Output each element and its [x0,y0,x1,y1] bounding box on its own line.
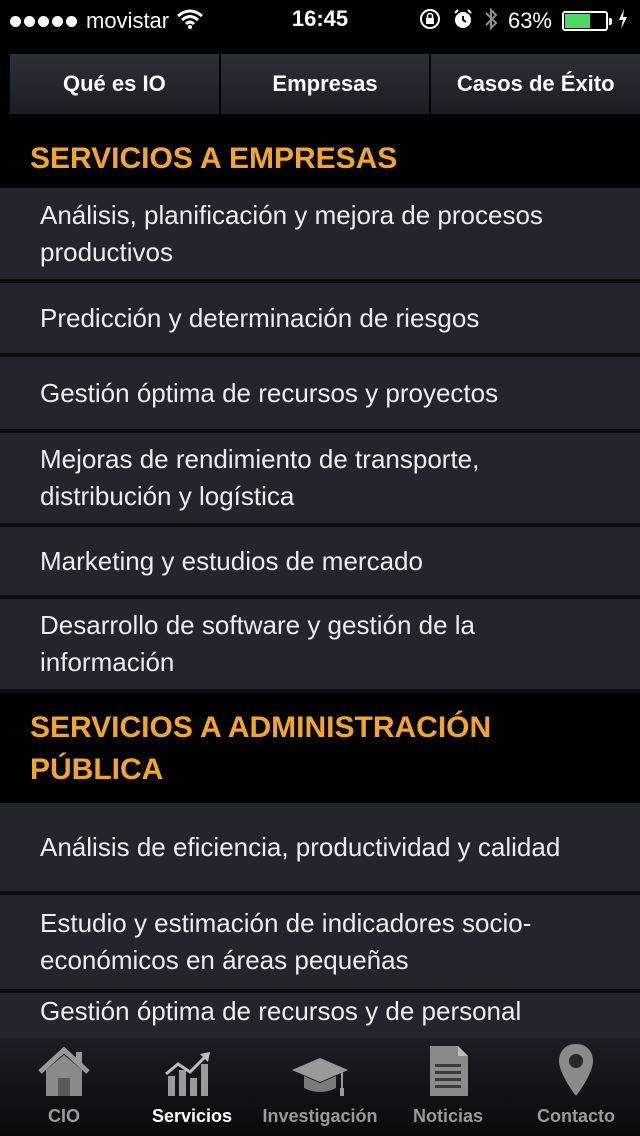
tab-label: Investigación [262,1106,378,1126]
list-item[interactable]: Mejoras de rendimiento de transporte, di… [0,433,640,527]
list-item[interactable]: Desarrollo de software y gestión de la i… [0,599,640,693]
location-pin-icon [512,1038,640,1100]
services-list[interactable]: SERVICIOS A EMPRESAS Análisis, planifica… [0,114,640,1038]
orientation-lock-icon [418,7,442,36]
list-item[interactable]: Análisis de eficiencia, productividad y … [0,803,640,895]
list-item[interactable]: Gestión óptima de recursos y de personal [0,993,640,1038]
battery-percent: 63% [507,8,552,33]
tab-noticias[interactable]: Noticias [384,1038,512,1136]
status-bar: movistar 16:45 63% [0,0,640,40]
bottom-tab-bar: CIO Servicios Investigación Noticias Con… [0,1038,640,1136]
tab-empresas[interactable]: Empresas [220,54,432,114]
section-header-administracion: SERVICIOS A ADMINISTRACIÓN PÚBLICA [0,693,640,803]
list-item[interactable]: Estudio y estimación de indicadores soci… [0,895,640,993]
tab-label: Contacto [537,1106,615,1126]
list-item[interactable]: Gestión óptima de recursos y proyectos [0,357,640,433]
status-bar-right: 63% [408,6,628,36]
home-icon [0,1038,128,1100]
tab-casos-de-exito[interactable]: Casos de Éxito [431,54,640,114]
tab-contacto[interactable]: Contacto [512,1038,640,1136]
top-tab-bar: Qué es IO Empresas Casos de Éxito [10,54,640,114]
graduation-cap-icon [256,1038,384,1100]
document-icon [384,1038,512,1100]
tab-que-es-io[interactable]: Qué es IO [10,54,221,114]
alarm-icon [452,8,474,35]
tab-servicios[interactable]: Servicios [128,1038,256,1136]
section-header-empresas: SERVICIOS A EMPRESAS [0,114,640,188]
tab-label: Servicios [151,1106,233,1126]
list-item[interactable]: Predicción y determinación de riesgos [0,283,640,357]
list-item[interactable]: Análisis, planificación y mejora de proc… [0,188,640,283]
battery-fill [565,14,591,28]
tab-label: Noticias [412,1106,484,1126]
tab-investigacion[interactable]: Investigación [256,1038,384,1136]
bluetooth-icon [484,7,498,36]
tab-cio[interactable]: CIO [0,1038,128,1136]
battery-icon [562,11,612,31]
tab-label: CIO [47,1106,80,1126]
battery-tip [609,18,612,25]
charging-icon [618,8,628,34]
list-item[interactable]: Marketing y estudios de mercado [0,527,640,599]
chart-icon [128,1038,256,1100]
